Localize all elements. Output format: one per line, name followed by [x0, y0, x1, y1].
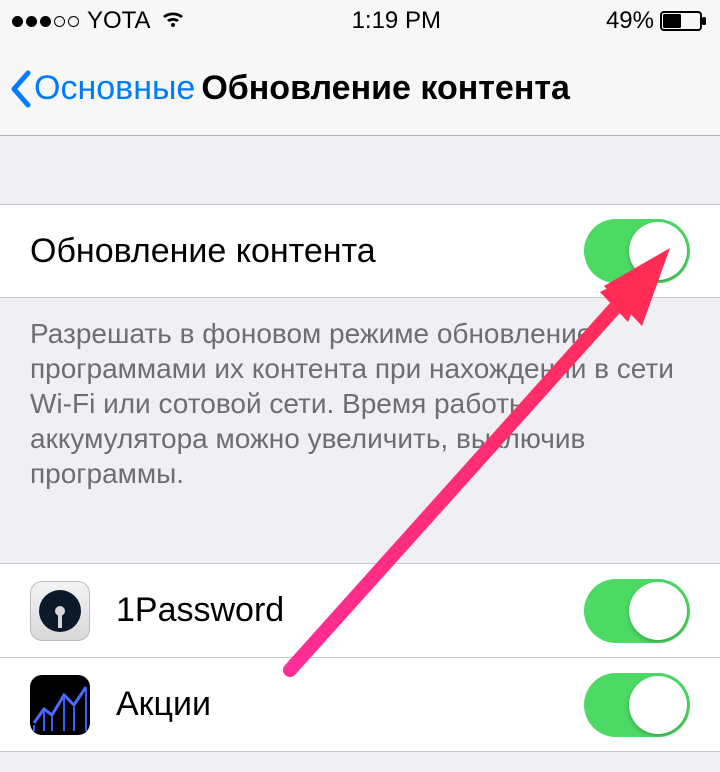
battery-percent: 49% — [606, 7, 654, 35]
wifi-icon — [159, 7, 187, 36]
section-footer-text: Разрешать в фоновом режиме обновление пр… — [0, 298, 720, 515]
clock: 1:19 PM — [352, 7, 441, 35]
toggle-knob — [629, 676, 687, 734]
toggle-knob — [629, 582, 687, 640]
group-spacer — [0, 136, 720, 204]
background-refresh-master-cell: Обновление контента — [0, 204, 720, 298]
1password-icon — [30, 581, 90, 641]
page-title: Обновление контента — [201, 69, 570, 108]
status-left: YOTA — [12, 7, 187, 36]
app-list: 1Password Акции — [0, 563, 720, 752]
master-toggle[interactable] — [584, 219, 690, 283]
carrier-label: YOTA — [87, 7, 151, 35]
status-bar: YOTA 1:19 PM 49% — [0, 0, 720, 42]
app-row-stocks: Акции — [0, 658, 720, 752]
master-toggle-label: Обновление контента — [30, 232, 584, 271]
app-toggle-stocks[interactable] — [584, 673, 690, 737]
back-button[interactable]: Основные — [8, 69, 195, 109]
toggle-knob — [629, 222, 687, 280]
stocks-icon — [30, 675, 90, 735]
app-name-label: Акции — [116, 685, 584, 724]
chevron-left-icon — [8, 69, 34, 109]
nav-bar: Основные Обновление контента — [0, 42, 720, 136]
battery-icon — [660, 10, 708, 32]
back-label: Основные — [34, 69, 195, 108]
signal-strength-icon — [12, 16, 79, 27]
status-right: 49% — [606, 7, 708, 35]
app-row-1password: 1Password — [0, 564, 720, 658]
app-name-label: 1Password — [116, 591, 584, 630]
app-toggle-1password[interactable] — [584, 579, 690, 643]
group-spacer — [0, 515, 720, 563]
